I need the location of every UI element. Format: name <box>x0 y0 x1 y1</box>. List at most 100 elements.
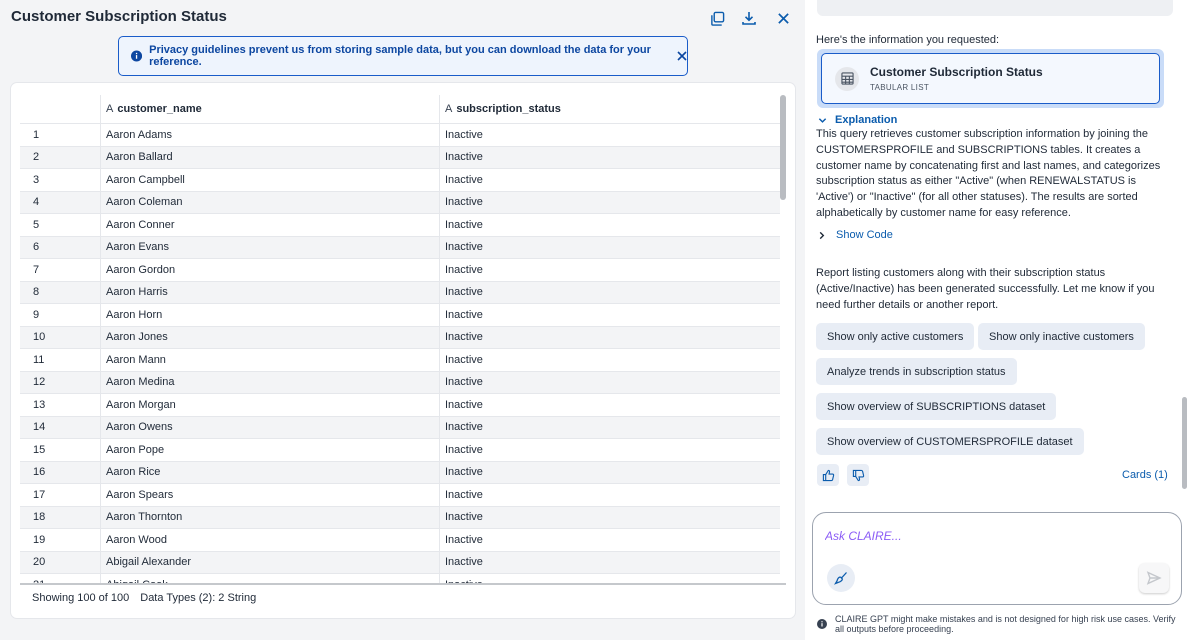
table-row[interactable]: 20 Abigail Alexander Inactive <box>20 551 780 574</box>
thumbs-up-button[interactable] <box>817 464 839 486</box>
string-type-icon: A <box>106 103 114 115</box>
clear-button[interactable] <box>827 564 855 592</box>
table-preview-panel: Customer Subscription Status Privacy gui… <box>0 0 805 640</box>
result-card-title: Customer Subscription Status <box>870 65 1043 79</box>
subscription-status-cell: Inactive <box>445 128 483 141</box>
table-vertical-scrollbar[interactable] <box>780 95 786 585</box>
table-row[interactable]: 11 Aaron Mann Inactive <box>20 349 780 372</box>
customer-name-cell: Aaron Pope <box>101 439 440 461</box>
subscription-status-cell: Inactive <box>445 488 483 501</box>
scrollbar-thumb[interactable] <box>780 95 786 200</box>
column-header-customer-name[interactable]: A customer_name <box>101 95 440 123</box>
row-index: 17 <box>20 484 101 506</box>
subscription-status-cell: Inactive <box>445 173 483 186</box>
subscription-status-cell: Inactive <box>445 443 483 456</box>
data-types: Data Types (2): 2 String <box>140 592 257 604</box>
table-row[interactable]: 1 Aaron Adams Inactive <box>20 124 780 147</box>
suggestion-chip-customersprofile[interactable]: Show overview of CUSTOMERSPROFILE datase… <box>816 428 1084 455</box>
copy-button[interactable] <box>706 7 728 29</box>
table-row[interactable]: 13 Aaron Morgan Inactive <box>20 394 780 417</box>
previous-message-box <box>817 0 1173 16</box>
thumbs-down-icon <box>852 469 864 481</box>
suggestion-chip-trends[interactable]: Analyze trends in subscription status <box>816 358 1017 385</box>
table-row[interactable]: 14 Aaron Owens Inactive <box>20 416 780 439</box>
suggestion-chip-subscriptions[interactable]: Show overview of SUBSCRIPTIONS dataset <box>816 393 1057 420</box>
thumbs-down-button[interactable] <box>847 464 869 486</box>
thumbs-up-icon <box>822 469 834 481</box>
show-code-label: Show Code <box>836 229 893 241</box>
table-row[interactable]: 6 Aaron Evans Inactive <box>20 236 780 259</box>
subscription-status-cell: Inactive <box>445 466 483 479</box>
table-row[interactable]: 4 Aaron Coleman Inactive <box>20 191 780 214</box>
subscription-status-cell: Inactive <box>445 556 483 569</box>
table-row[interactable]: 2 Aaron Ballard Inactive <box>20 146 780 169</box>
result-card[interactable]: Customer Subscription Status TABULAR LIS… <box>817 49 1164 108</box>
customer-name-cell: Aaron Campbell <box>101 169 440 191</box>
result-card-inner[interactable]: Customer Subscription Status TABULAR LIS… <box>821 53 1160 104</box>
download-icon <box>742 12 756 25</box>
table-row[interactable]: 3 Aaron Campbell Inactive <box>20 169 780 192</box>
row-index: 5 <box>20 214 101 236</box>
disclaimer-text: CLAIRE GPT might make mistakes and is no… <box>835 614 1176 634</box>
table-row[interactable]: 5 Aaron Conner Inactive <box>20 214 780 237</box>
chat-scrollbar[interactable] <box>1182 397 1187 489</box>
response-intro: Here's the information you requested: <box>816 34 1000 46</box>
info-icon <box>817 619 827 629</box>
row-index: 11 <box>20 349 101 371</box>
table-row[interactable]: 15 Aaron Pope Inactive <box>20 439 780 462</box>
send-button[interactable] <box>1139 563 1169 593</box>
table-row[interactable]: 16 Aaron Rice Inactive <box>20 461 780 484</box>
subscription-status-cell: Inactive <box>445 421 483 434</box>
index-header <box>20 95 101 123</box>
subscription-status-cell: Inactive <box>445 331 483 344</box>
customer-name-cell: Aaron Wood <box>101 529 440 551</box>
customer-name-cell: Aaron Horn <box>101 304 440 326</box>
suggestion-chip-inactive[interactable]: Show only inactive customers <box>978 323 1145 350</box>
subscription-status-cell: Inactive <box>445 241 483 254</box>
subscription-status-cell: Inactive <box>445 218 483 231</box>
row-count: Showing 100 of 100 <box>32 592 130 604</box>
show-code-toggle[interactable]: Show Code <box>818 229 893 241</box>
table-row[interactable]: 17 Aaron Spears Inactive <box>20 484 780 507</box>
table-row[interactable]: 18 Aaron Thornton Inactive <box>20 506 780 529</box>
row-index: 15 <box>20 439 101 461</box>
row-index: 13 <box>20 394 101 416</box>
chevron-down-icon <box>818 117 827 123</box>
ask-claire-input[interactable] <box>825 529 1125 543</box>
table-row[interactable]: 7 Aaron Gordon Inactive <box>20 259 780 282</box>
explanation-toggle[interactable]: Explanation <box>818 114 897 126</box>
table-header: A customer_name A subscription_status <box>20 95 780 124</box>
customer-name-cell: Aaron Owens <box>101 416 440 438</box>
customer-name-cell: Aaron Conner <box>101 214 440 236</box>
subscription-status-cell: Inactive <box>445 376 483 389</box>
table-row[interactable]: 19 Aaron Wood Inactive <box>20 529 780 552</box>
customer-name-cell: Aaron Ballard <box>101 146 440 168</box>
close-panel-button[interactable] <box>772 7 794 29</box>
banner-close-button[interactable] <box>677 51 687 61</box>
row-index: 12 <box>20 371 101 393</box>
cards-link[interactable]: Cards (1) <box>1122 469 1168 481</box>
table-row[interactable]: 9 Aaron Horn Inactive <box>20 304 780 327</box>
summary-text: Report listing customers along with thei… <box>816 267 1155 311</box>
table-horizontal-scrollbar[interactable] <box>20 583 786 585</box>
table-row[interactable]: 8 Aaron Harris Inactive <box>20 281 780 304</box>
data-table-card: A customer_name A subscription_status 1A… <box>11 83 795 618</box>
row-index: 6 <box>20 236 101 258</box>
subscription-status-cell: Inactive <box>445 511 483 524</box>
page-title: Customer Subscription Status <box>11 8 227 25</box>
table-icon <box>835 66 859 91</box>
close-icon <box>677 51 687 61</box>
customer-name-cell: Aaron Morgan <box>101 394 440 416</box>
table-row[interactable]: 10 Aaron Jones Inactive <box>20 326 780 349</box>
download-button[interactable] <box>738 7 760 29</box>
customer-name-cell: Abigail Alexander <box>101 551 440 573</box>
row-index: 20 <box>20 551 101 573</box>
suggestion-chip-active[interactable]: Show only active customers <box>816 323 975 350</box>
column-header-subscription-status[interactable]: A subscription_status <box>440 95 780 123</box>
subscription-status-cell: Inactive <box>445 398 483 411</box>
table-row[interactable]: 12 Aaron Medina Inactive <box>20 371 780 394</box>
subscription-status-cell: Inactive <box>445 263 483 276</box>
customer-name-cell: Aaron Medina <box>101 371 440 393</box>
close-icon <box>777 12 789 24</box>
row-index: 3 <box>20 169 101 191</box>
